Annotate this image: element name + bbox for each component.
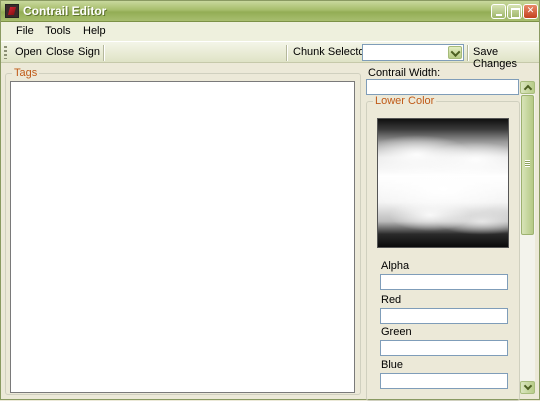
lower-color-legend: Lower Color (373, 95, 437, 107)
main-window: Contrail Editor File Tools Help Open Clo… (0, 0, 540, 401)
app-icon (5, 4, 19, 18)
blue-input[interactable] (380, 373, 508, 389)
red-label: Red (381, 294, 402, 306)
menu-bar: File Tools Help (1, 22, 539, 41)
menu-help[interactable]: Help (83, 25, 106, 37)
open-button[interactable]: Open (15, 46, 42, 58)
tags-list[interactable] (10, 81, 355, 393)
alpha-input[interactable] (380, 274, 508, 290)
minimize-button[interactable] (491, 4, 506, 19)
contrail-width-input[interactable] (366, 79, 519, 95)
alpha-label: Alpha (381, 260, 410, 272)
green-label: Green (381, 326, 412, 338)
red-input[interactable] (380, 308, 508, 324)
contrail-width-label: Contrail Width: (368, 67, 441, 79)
tags-legend: Tags (12, 67, 40, 79)
menu-file[interactable]: File (16, 25, 34, 37)
scroll-up-button[interactable] (520, 81, 535, 94)
chunk-selector-dropdown[interactable] (362, 44, 464, 61)
scroll-down-button[interactable] (520, 381, 535, 394)
toolbar: Open Close Sign Chunk Selector: Save Cha… (1, 41, 539, 70)
lower-color-group: Lower Color Alpha Red Green Blue (366, 95, 520, 401)
sign-button[interactable]: Sign (78, 46, 100, 58)
maximize-button[interactable] (507, 4, 522, 19)
contrail-texture-preview (377, 118, 509, 248)
toolbar-grip[interactable] (4, 46, 7, 59)
window-title: Contrail Editor (23, 4, 107, 18)
chunk-selector-label: Chunk Selector: (293, 46, 372, 58)
title-bar[interactable]: Contrail Editor (1, 1, 539, 22)
tags-group: Tags (5, 67, 361, 395)
toolbar-separator (467, 45, 468, 61)
toolbar-separator (286, 45, 287, 61)
green-input[interactable] (380, 340, 508, 356)
close-button[interactable]: Close (46, 46, 74, 58)
scroll-thumb[interactable] (521, 95, 534, 235)
close-window-button[interactable] (523, 4, 538, 19)
properties-panel: Contrail Width: Lower Color Alpha Red Gr… (363, 65, 537, 401)
properties-scrollbar[interactable] (520, 81, 535, 394)
menu-tools[interactable]: Tools (45, 25, 71, 37)
chevron-down-icon[interactable] (448, 46, 462, 59)
toolbar-separator (103, 45, 104, 61)
blue-label: Blue (381, 359, 404, 371)
